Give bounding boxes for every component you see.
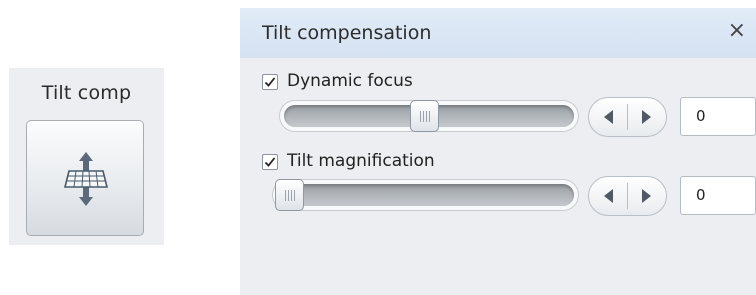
dynamic-focus-stepper[interactable] [588,97,667,137]
grip-icon [285,190,295,201]
dynamic-focus-increment-button[interactable] [628,98,666,136]
arrow-right-icon [642,110,651,124]
checkmark-icon [264,157,276,167]
close-icon[interactable]: × [728,18,746,44]
tilt-magnification-label: Tilt magnification [287,151,435,171]
tilt-magnification-slider[interactable] [277,184,574,206]
tilt-compensation-panel: Tilt compensation × Dynamic focus 0 Tilt… [240,8,756,295]
tilt-comp-tool-group: Tilt comp [9,68,164,245]
dynamic-focus-slider-thumb[interactable] [410,100,439,132]
arrow-right-icon [642,189,651,203]
checkmark-icon [264,77,276,87]
arrow-left-icon [604,110,613,124]
dynamic-focus-label: Dynamic focus [287,71,413,91]
tilt-magnification-stepper[interactable] [588,176,667,216]
arrow-left-icon [604,189,613,203]
panel-header: Tilt compensation × [240,8,756,58]
tilt-comp-label: Tilt comp [41,82,132,104]
tilt-magnification-slider-thumb[interactable] [275,179,304,211]
tilt-magnification-decrement-button[interactable] [589,177,627,215]
tilt-magnification-checkbox[interactable] [262,154,278,170]
tilt-magnification-increment-button[interactable] [628,177,666,215]
tilt-compensation-icon [63,152,109,206]
dynamic-focus-checkbox[interactable] [262,74,278,90]
tilt-magnification-value-input[interactable]: 0 [680,176,756,215]
dynamic-focus-decrement-button[interactable] [589,98,627,136]
tilt-comp-button[interactable] [26,120,144,236]
dynamic-focus-value-input[interactable]: 0 [680,97,756,136]
panel-title: Tilt compensation [262,22,432,44]
grip-icon [420,111,430,122]
